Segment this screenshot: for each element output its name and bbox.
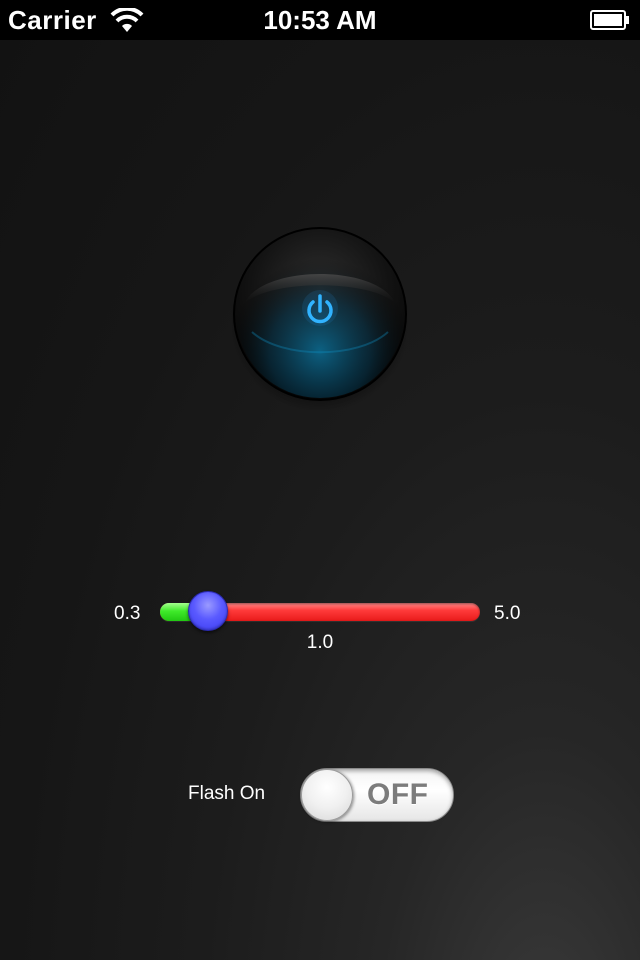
slider-thumb[interactable] bbox=[187, 591, 228, 631]
app-screen: Carrier 10:53 AM 0.3 5.0 1.0 Flash On OF… bbox=[0, 0, 640, 960]
flash-toggle-switch[interactable]: OFF bbox=[300, 768, 454, 822]
flash-label: Flash On bbox=[188, 783, 266, 804]
slider-min-label: 0.3 bbox=[114, 603, 141, 624]
slider-max-label: 5.0 bbox=[494, 603, 521, 624]
switch-knob[interactable] bbox=[301, 769, 353, 821]
slider-value-label: 1.0 bbox=[306, 632, 334, 653]
switch-state-label: OFF bbox=[367, 778, 429, 811]
battery-full-icon bbox=[590, 10, 629, 30]
status-time: 10:53 AM bbox=[263, 5, 377, 35]
speed-slider[interactable] bbox=[160, 591, 480, 631]
power-button-container bbox=[232, 224, 408, 414]
status-bar: Carrier 10:53 AM bbox=[0, 0, 640, 40]
power-button[interactable] bbox=[232, 224, 408, 410]
